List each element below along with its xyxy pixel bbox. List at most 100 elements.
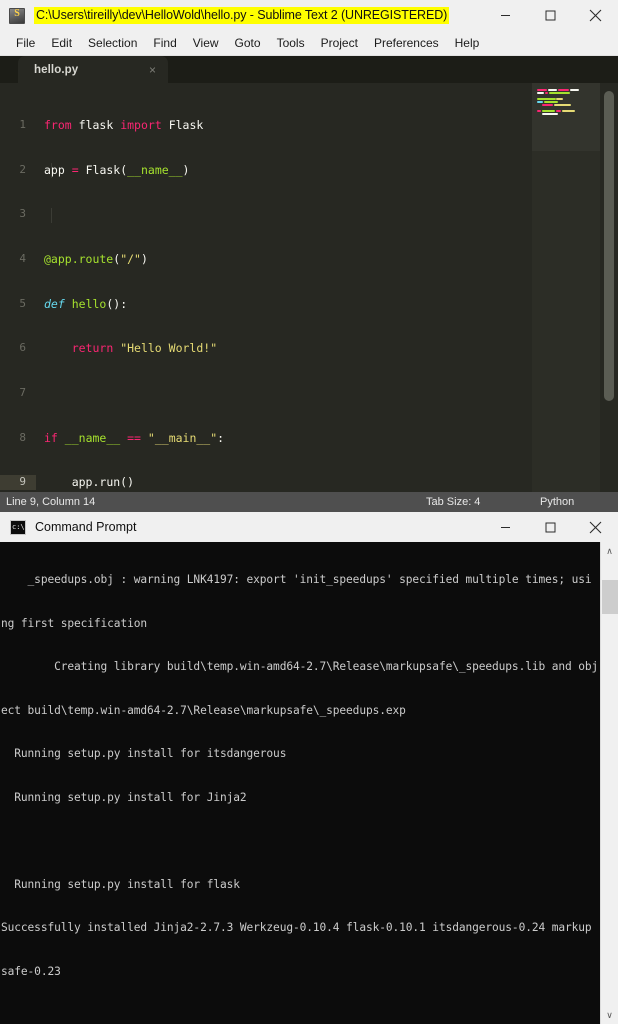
editor-vertical-scrollbar[interactable]	[600, 83, 618, 494]
code-line: 3	[0, 207, 618, 222]
line-text	[36, 386, 44, 401]
token-call: Flask(	[85, 162, 128, 177]
syntax-status[interactable]: Python	[540, 496, 574, 508]
token-operator: ==	[127, 430, 141, 445]
minimap-line	[556, 98, 563, 100]
sublime-statusbar: Line 9, Column 14 Tab Size: 4 Python	[0, 492, 618, 512]
tab-hello-py[interactable]: hello.py ×	[18, 56, 168, 83]
menu-find[interactable]: Find	[145, 33, 184, 54]
editor-scrollbar-thumb[interactable]	[604, 91, 614, 401]
sublime-text-icon	[9, 7, 25, 24]
sublime-window-title: C:\Users\tireilly\dev\HelloWold\hello.py…	[34, 7, 450, 24]
tab-close-icon[interactable]: ×	[119, 64, 156, 76]
minimize-button[interactable]	[483, 0, 528, 31]
minimize-icon	[501, 527, 510, 528]
token-punct: :	[217, 430, 225, 445]
cmd-close-button[interactable]	[573, 512, 618, 543]
minimap-line	[537, 92, 544, 94]
line-number: 9	[19, 475, 26, 489]
menu-selection[interactable]: Selection	[80, 33, 145, 54]
console-line: Running setup.py install for itsdangerou…	[1, 747, 287, 760]
menu-project[interactable]: Project	[313, 33, 366, 54]
sublime-editor-body: hello.py × 1 from flask import Flask 2 a…	[0, 56, 618, 494]
cmd-window-title: Command Prompt	[35, 520, 137, 534]
line-text: from flask import Flask	[36, 118, 203, 133]
token-string: "__main__"	[147, 430, 218, 445]
token-call: app.run()	[71, 475, 135, 490]
cmd-titlebar[interactable]: Command Prompt	[0, 512, 618, 542]
menu-view[interactable]: View	[185, 33, 227, 54]
line-number: 1	[19, 117, 26, 131]
console-text: _speedups.obj : warning LNK4197: export …	[0, 544, 600, 1024]
sublime-window-controls	[483, 0, 618, 31]
code-line: 8 if __name__ == "__main__":	[0, 431, 618, 446]
editor-minimap[interactable]	[532, 83, 600, 494]
console-line: ng first specification	[1, 616, 147, 630]
code-line: 5 def hello():	[0, 297, 618, 312]
menu-goto[interactable]: Goto	[227, 33, 269, 54]
minimap-line	[537, 110, 541, 112]
menu-edit[interactable]: Edit	[43, 33, 80, 54]
line-number: 8	[19, 430, 26, 444]
console-scrollbar-thumb[interactable]	[602, 580, 618, 614]
token-variable: app	[44, 162, 65, 177]
cursor-position-status: Line 9, Column 14	[6, 496, 96, 508]
cmd-maximize-button[interactable]	[528, 512, 573, 543]
line-number: 3	[19, 207, 26, 221]
token-keyword: import	[120, 117, 162, 132]
token-function-name: hello	[71, 296, 107, 311]
token-keyword: if	[44, 430, 58, 445]
code-line: 4 @app.route("/")	[0, 252, 618, 267]
menu-tools[interactable]: Tools	[269, 33, 313, 54]
minimap-line	[554, 104, 571, 106]
console-output-area[interactable]: _speedups.obj : warning LNK4197: export …	[0, 542, 618, 1024]
token-paren: )	[140, 251, 148, 266]
minimap-line	[562, 110, 575, 112]
line-number: 7	[19, 386, 26, 400]
maximize-icon	[545, 10, 556, 21]
console-line: Running setup.py install for flask	[1, 877, 240, 891]
close-icon	[589, 521, 602, 534]
command-prompt-window: Command Prompt _speedups.obj : warning L…	[0, 512, 618, 1024]
sublime-tabbar: hello.py ×	[0, 56, 618, 83]
scroll-down-arrow-icon[interactable]: ∨	[601, 1006, 618, 1024]
minimap-line	[549, 92, 570, 94]
tab-size-status[interactable]: Tab Size: 4	[426, 496, 480, 508]
code-line: 2 app = Flask(__name__)	[0, 163, 618, 178]
sublime-titlebar[interactable]: C:\Users\tireilly\dev\HelloWold\hello.py…	[0, 0, 618, 32]
menu-file[interactable]: File	[8, 33, 43, 54]
minimap-line	[544, 101, 558, 103]
code-content[interactable]: 1 from flask import Flask 2 app = Flask(…	[0, 88, 618, 494]
sublime-menubar: File Edit Selection Find View Goto Tools…	[0, 32, 618, 56]
token-def: def	[44, 296, 65, 311]
minimap-line	[545, 92, 548, 94]
cmd-minimize-button[interactable]	[483, 512, 528, 543]
maximize-button[interactable]	[528, 0, 573, 31]
token-dunder: __name__	[127, 162, 183, 177]
minimap-line	[542, 110, 555, 112]
close-button[interactable]	[573, 0, 618, 31]
token-string: "Hello World!"	[120, 341, 218, 356]
line-text: if __name__ == "__main__":	[36, 431, 224, 446]
cmd-window-controls	[483, 512, 618, 543]
console-line: safe-0.23	[1, 964, 61, 978]
minimap-line	[556, 110, 561, 112]
tab-label: hello.py	[34, 63, 79, 76]
menu-help[interactable]: Help	[447, 33, 488, 54]
token-punct: ():	[106, 296, 128, 311]
token-dunder: __name__	[64, 430, 121, 445]
close-icon	[589, 9, 602, 22]
scroll-up-arrow-icon[interactable]: ∧	[601, 542, 618, 560]
minimize-icon	[501, 15, 510, 16]
line-text: return "Hello World!"	[36, 341, 217, 356]
code-line: 7	[0, 386, 618, 401]
code-editor[interactable]: 1 from flask import Flask 2 app = Flask(…	[0, 83, 618, 494]
menu-preferences[interactable]: Preferences	[366, 33, 447, 54]
line-number: 2	[19, 162, 26, 176]
token-decorator: @app.route	[44, 251, 114, 266]
console-scrollbar[interactable]: ∧ ∨	[600, 542, 618, 1024]
minimap-line	[558, 89, 569, 91]
code-line-active: 9 app.run()	[0, 475, 618, 491]
sublime-text-window: C:\Users\tireilly\dev\HelloWold\hello.py…	[0, 0, 618, 512]
